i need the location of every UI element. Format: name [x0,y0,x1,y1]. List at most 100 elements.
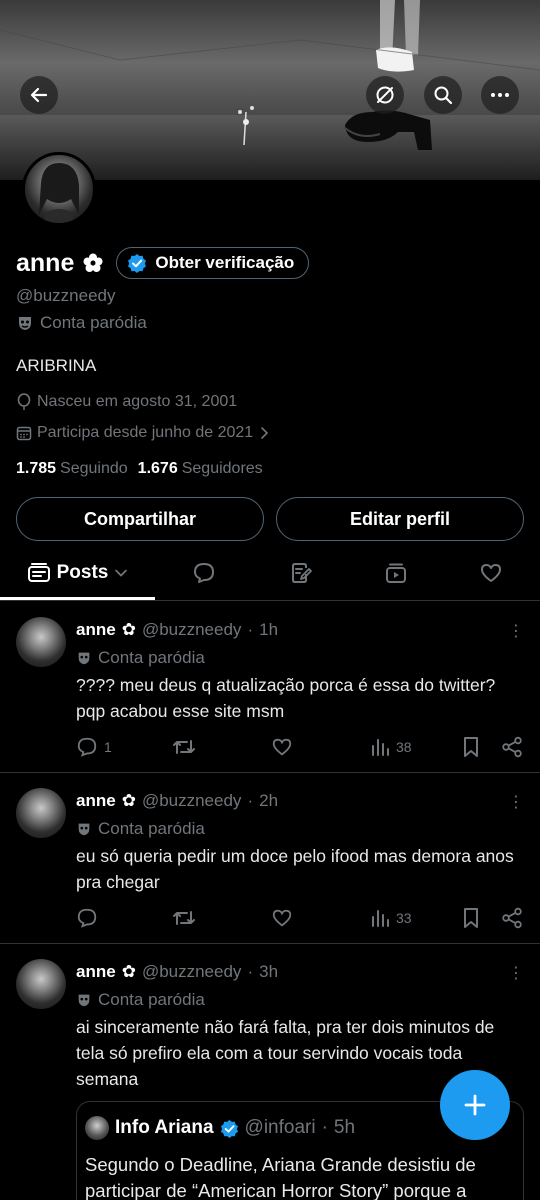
profile-name-row: anne Obter verificação [16,246,310,280]
like-button[interactable] [271,907,293,929]
bar-chart-icon [372,910,389,927]
arrow-left-icon [30,87,48,103]
search-icon [434,86,453,105]
share-post-button[interactable] [501,907,523,929]
share-icon [502,907,522,929]
heart-icon [272,909,292,927]
followers-link[interactable]: 1.676 Seguidores [138,460,263,478]
views-button[interactable]: 38 [370,736,412,758]
profile-bio: ARIBRINA [16,356,97,375]
mask-icon [19,317,31,330]
profile-tabs: Posts [0,550,540,600]
reply-button[interactable] [76,907,98,929]
tab-media[interactable] [370,550,422,596]
post-divider [0,943,540,944]
edit-profile-button[interactable]: Editar perfil [276,497,524,541]
balloon-icon [17,393,31,410]
profile-avatar[interactable] [22,152,96,226]
post-parody-row: Conta paródia [76,648,205,668]
tab-articles[interactable] [275,550,327,596]
post-author-name[interactable]: anne [76,962,116,982]
post-separator: · [247,962,254,981]
post-author-name[interactable]: anne [76,791,116,811]
post-avatar[interactable] [16,617,66,667]
back-button[interactable] [20,76,58,114]
post-more-icon[interactable]: ⋮ [508,966,524,982]
post-parody-label: Conta paródia [98,990,205,1009]
parody-label: Conta paródia [40,313,147,332]
grok-button[interactable] [366,76,404,114]
tab-posts-label: Posts [56,562,109,583]
get-verified-button[interactable]: Obter verificação [116,247,310,279]
repost-icon [173,911,195,925]
bookmark-button[interactable] [461,907,481,929]
follow-stats: 1.785 Seguindo 1.676 Seguidores [16,460,263,478]
post-parody-row: Conta paródia [76,990,205,1010]
views-count: 33 [396,910,412,926]
compose-post-button[interactable] [440,1070,510,1140]
repost-button[interactable] [172,907,196,929]
feed-icon [27,563,50,582]
joined-row[interactable]: Participa desde junho de 2021 [16,424,270,442]
share-icon [502,736,522,758]
followers-count: 1.676 [137,460,178,477]
post-time[interactable]: 1h [259,620,278,640]
post-header: anne ✿ @buzzneedy · 1h [76,620,278,640]
repost-button[interactable] [172,736,196,758]
views-button[interactable]: 33 [370,907,412,929]
reply-bubble-icon [194,563,214,583]
post-handle[interactable]: @buzzneedy [142,962,242,982]
repost-icon [173,740,195,754]
reply-button[interactable]: 1 [76,736,112,758]
like-button[interactable] [271,736,293,758]
birth-row: Nasceu em agosto 31, 2001 [16,393,237,411]
following-link[interactable]: 1.785 Seguindo [16,460,128,478]
quoted-time: 5h [333,1117,356,1138]
post-more-icon[interactable]: ⋮ [508,624,524,640]
tabs-divider [0,600,540,601]
post-parody-row: Conta paródia [76,819,205,839]
post-time[interactable]: 3h [259,962,278,982]
post-handle[interactable]: @buzzneedy [142,620,242,640]
post-divider [0,772,540,773]
edit-profile-label: Editar perfil [349,508,451,529]
search-button[interactable] [424,76,462,114]
tab-posts[interactable]: Posts [0,550,155,596]
post-text: ???? meu deus q atualização porca é essa… [76,675,496,721]
mask-icon [78,994,90,1007]
more-options-button[interactable] [481,76,519,114]
bookmark-button[interactable] [461,736,481,758]
followers-label: Seguidores [181,460,263,477]
quoted-handle: @infoari [244,1117,316,1138]
birth-date: Nasceu em agosto 31, 2001 [37,393,238,410]
following-count: 1.785 [16,460,57,477]
post-more-icon[interactable]: ⋮ [508,795,524,811]
heart-icon [481,564,501,582]
tab-likes[interactable] [465,550,517,596]
share-post-button[interactable] [501,736,523,758]
bookmark-icon [464,908,478,928]
chevron-down-icon [115,569,128,577]
post-avatar[interactable] [16,788,66,838]
heart-icon [272,738,292,756]
following-label: Seguindo [60,460,128,477]
post-header: anne ✿ @buzzneedy · 2h [76,791,278,811]
quoted-avatar [85,1116,109,1140]
share-button[interactable]: Compartilhar [16,497,264,541]
post-time[interactable]: 2h [259,791,278,811]
post-text: ai sinceramente não fará falta, pra ter … [76,1017,495,1089]
post-separator: · [247,620,254,639]
avatar-image [39,163,79,223]
reply-icon [77,908,97,928]
post-author-name[interactable]: anne [76,620,116,640]
post-avatar[interactable] [16,959,66,1009]
profile-handle: @buzzneedy [16,286,116,305]
views-count: 38 [396,739,412,755]
reply-count: 1 [104,739,112,755]
get-verified-label: Obter verificação [155,253,295,272]
post-handle[interactable]: @buzzneedy [142,791,242,811]
quoted-author-name: Info Ariana [115,1117,214,1138]
calendar-icon [16,426,32,441]
parody-label-row: Conta paródia [16,313,147,333]
tab-replies[interactable] [178,550,230,596]
